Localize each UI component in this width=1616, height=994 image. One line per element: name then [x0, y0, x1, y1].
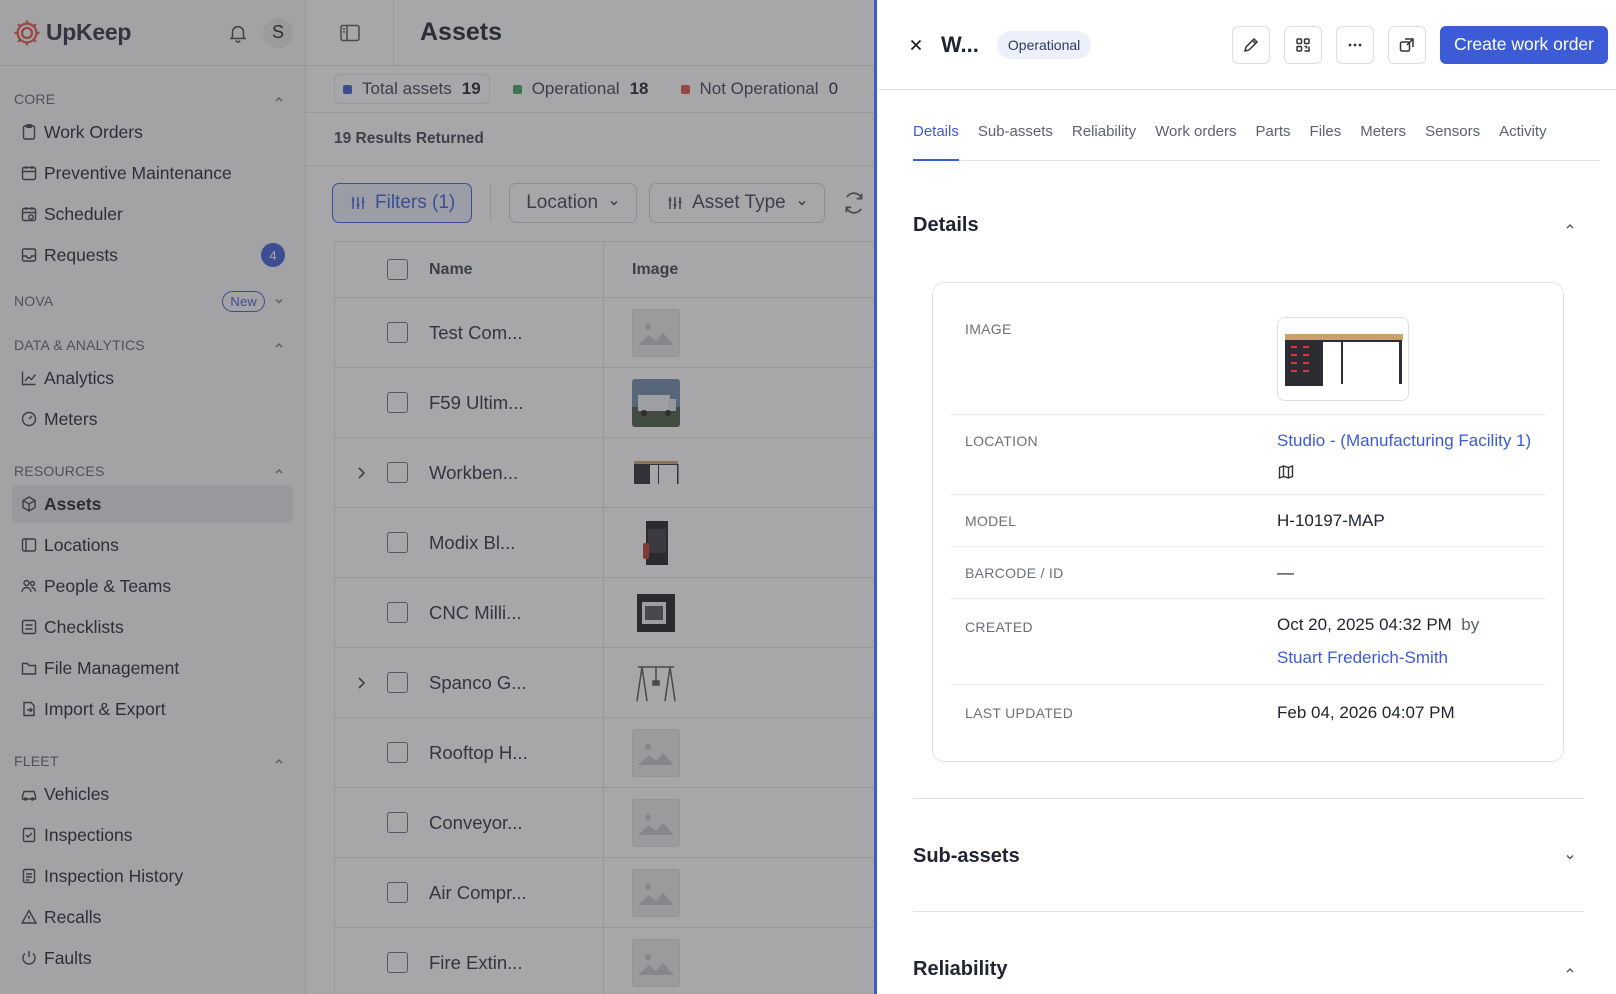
asset-title: W...	[941, 31, 979, 57]
pencil-icon	[1243, 37, 1258, 52]
tab-details[interactable]: Details	[913, 116, 959, 161]
field-created: CREATED Oct 20, 2025 04:32 PM by Stuart …	[951, 599, 1545, 685]
map-icon[interactable]	[1277, 463, 1295, 481]
field-label: BARCODE / ID	[965, 565, 1064, 581]
reliability-section-title[interactable]: Reliability	[913, 958, 1007, 981]
location-link[interactable]: Studio - (Manufacturing Facility 1)	[1277, 431, 1531, 451]
more-options-button[interactable]	[1335, 25, 1374, 64]
tab-reliability[interactable]: Reliability	[1072, 116, 1136, 161]
chevron-up-icon[interactable]	[1564, 964, 1576, 976]
more-horizontal-icon	[1348, 43, 1362, 46]
workbench-image	[1285, 334, 1403, 386]
field-label: CREATED	[965, 619, 1033, 635]
created-value: Oct 20, 2025 04:32 PM by	[1277, 615, 1479, 635]
asset-image[interactable]	[1277, 317, 1409, 401]
details-card: IMAGE LOCATION Studio - (Manufacturing F…	[932, 282, 1564, 762]
barcode-value: —	[1277, 563, 1294, 582]
details-section-title[interactable]: Details	[913, 214, 979, 237]
tab-sensors[interactable]: Sensors	[1425, 116, 1480, 161]
tab-files[interactable]: Files	[1310, 116, 1342, 161]
field-image: IMAGE	[951, 283, 1545, 415]
field-label: MODEL	[965, 513, 1017, 529]
field-label: LAST UPDATED	[965, 705, 1074, 721]
asset-detail-panel: W... Operational Create work order Detai…	[874, 0, 1616, 994]
created-by-word: by	[1461, 615, 1480, 634]
external-panel-icon	[1399, 37, 1414, 52]
modal-backdrop[interactable]	[0, 0, 874, 994]
create-work-order-button[interactable]: Create work order	[1439, 25, 1608, 64]
divider	[913, 911, 1584, 912]
tab-parts[interactable]: Parts	[1256, 116, 1291, 161]
panel-tabs: Details Sub-assets Reliability Work orders P…	[913, 116, 1600, 161]
qr-code-button[interactable]	[1283, 25, 1322, 64]
open-full-page-button[interactable]	[1387, 25, 1426, 64]
chevron-up-icon[interactable]	[1564, 220, 1576, 232]
field-label: LOCATION	[965, 433, 1038, 449]
field-barcode: BARCODE / ID —	[951, 547, 1545, 599]
chevron-down-icon[interactable]	[1564, 851, 1576, 863]
close-icon[interactable]	[907, 36, 925, 54]
tab-work-orders[interactable]: Work orders	[1155, 116, 1236, 161]
status-badge[interactable]: Operational	[996, 30, 1092, 59]
panel-header: W... Operational Create work order	[877, 0, 1616, 90]
tab-sub-assets[interactable]: Sub-assets	[978, 116, 1053, 161]
divider	[913, 798, 1584, 799]
edit-button[interactable]	[1231, 25, 1270, 64]
subassets-section-title[interactable]: Sub-assets	[913, 845, 1020, 868]
created-by-link[interactable]: Stuart Frederich-Smith	[1277, 648, 1448, 668]
tab-meters[interactable]: Meters	[1360, 116, 1406, 161]
created-date: Oct 20, 2025 04:32 PM	[1277, 615, 1452, 634]
updated-value: Feb 04, 2026 04:07 PM	[1277, 703, 1455, 722]
model-value: H-10197-MAP	[1277, 511, 1385, 530]
field-model: MODEL H-10197-MAP	[951, 495, 1545, 547]
tab-activity[interactable]: Activity	[1499, 116, 1547, 161]
field-location: LOCATION Studio - (Manufacturing Facilit…	[951, 415, 1545, 495]
qr-code-icon	[1296, 37, 1310, 52]
field-last-updated: LAST UPDATED Feb 04, 2026 04:07 PM	[951, 685, 1545, 745]
field-label: IMAGE	[965, 321, 1012, 337]
